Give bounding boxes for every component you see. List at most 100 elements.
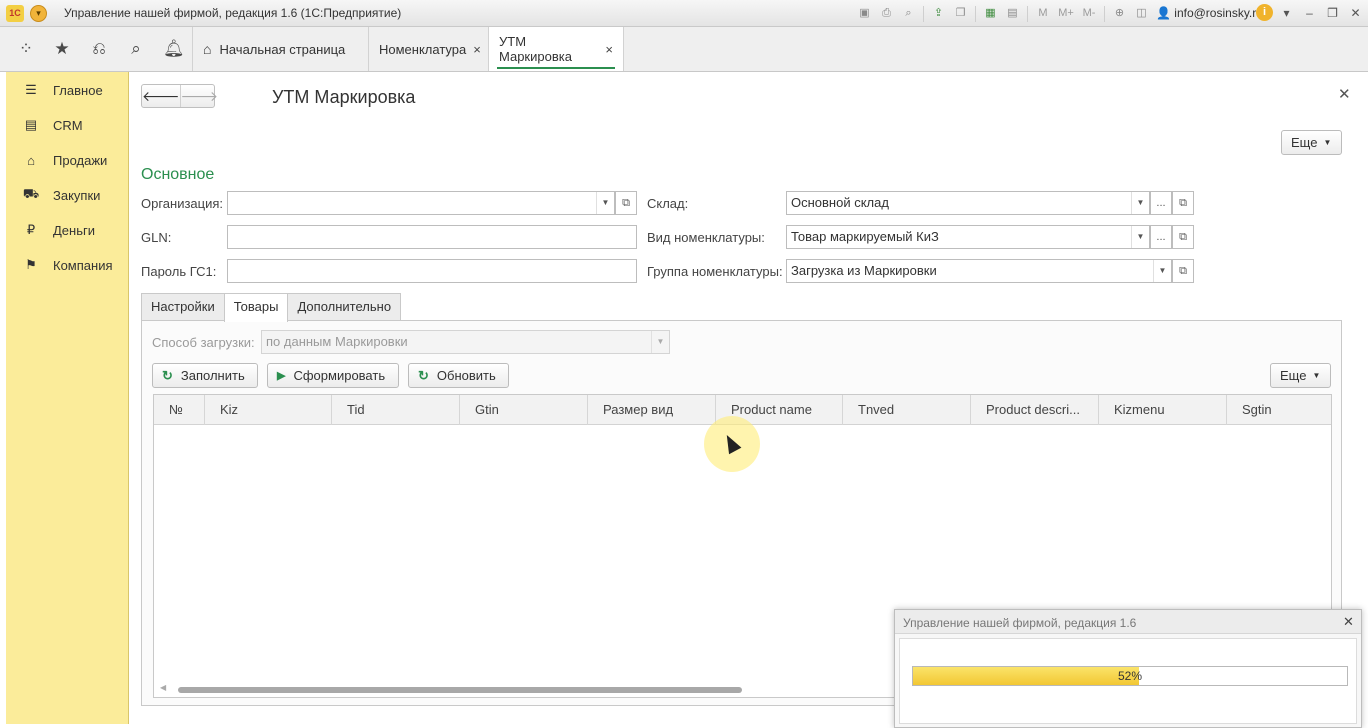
- dropdown-icon[interactable]: ▾: [1277, 4, 1296, 23]
- zoom-icon[interactable]: ⊕: [1110, 4, 1129, 23]
- column-header-tid[interactable]: Tid: [332, 395, 460, 425]
- warehouse-field[interactable]: Основной склад ▼: [786, 191, 1150, 215]
- sidebar-item-crm[interactable]: ▤ CRM: [6, 113, 128, 137]
- search-icon[interactable]: ⌕: [126, 39, 146, 59]
- history-icon[interactable]: ⎌: [89, 39, 109, 59]
- favorites-star-icon[interactable]: ★: [52, 39, 72, 59]
- open-icon[interactable]: ⧉: [1172, 225, 1194, 249]
- open-icon[interactable]: ⧉: [1172, 259, 1194, 283]
- maximize-icon[interactable]: ❐: [1323, 4, 1342, 23]
- notifications-bell-icon[interactable]: 🔔︎: [163, 39, 185, 59]
- upload-icon[interactable]: ⇪: [929, 4, 948, 23]
- group-label: Группа номенклатуры:: [647, 264, 783, 279]
- memory-button[interactable]: M: [1033, 4, 1053, 23]
- dialog-title: Управление нашей фирмой, редакция 1.6: [903, 616, 1137, 630]
- load-method-select: по данным Маркировки ▼: [261, 330, 670, 354]
- print-icon[interactable]: ⎙: [877, 4, 896, 23]
- contact-card-icon: ▤: [24, 117, 38, 132]
- column-header-product-description[interactable]: Product descri...: [971, 395, 1099, 425]
- sidebar-item-purchases[interactable]: ⛟ Закупки: [6, 183, 128, 207]
- user-name[interactable]: 👤 info@rosinsky.ru: [1156, 6, 1263, 20]
- column-header-number[interactable]: №: [154, 395, 205, 425]
- column-header-tnved[interactable]: Tnved: [843, 395, 971, 425]
- table-more-button[interactable]: Еще ▼: [1270, 363, 1331, 388]
- load-method-label: Способ загрузки:: [152, 335, 255, 350]
- separator: [1104, 5, 1105, 22]
- close-icon[interactable]: ✕: [1338, 85, 1351, 103]
- refresh-label: Обновить: [436, 368, 496, 383]
- open-icon[interactable]: ⧉: [1172, 191, 1194, 215]
- panels-icon[interactable]: ◫: [1132, 4, 1151, 23]
- sidebar-item-main[interactable]: ☰ Главное: [6, 78, 128, 102]
- separator: [1027, 5, 1028, 22]
- column-header-size-kind[interactable]: Размер вид: [588, 395, 716, 425]
- column-header-kizmenu[interactable]: Kizmenu: [1099, 395, 1227, 425]
- chevron-down-icon: ▼: [651, 331, 669, 353]
- sidebar-item-company[interactable]: ⚑ Компания: [6, 253, 128, 277]
- more-button[interactable]: Еще ▼: [1281, 130, 1342, 155]
- back-arrow-icon[interactable]: 🡐: [142, 85, 181, 107]
- tab-utm-marking[interactable]: УТМ Маркировка ×: [488, 27, 624, 71]
- select-ellipsis-icon[interactable]: ...: [1150, 225, 1172, 249]
- preview-icon[interactable]: ⌕: [899, 4, 918, 23]
- sidebar-item-label: Деньги: [53, 222, 95, 238]
- close-icon[interactable]: ×: [605, 42, 613, 57]
- chevron-down-icon[interactable]: ▼: [1131, 226, 1149, 248]
- column-header-sgtin[interactable]: Sgtin: [1227, 395, 1331, 425]
- memory-plus-button[interactable]: M+: [1056, 4, 1076, 23]
- nav-buttons: 🡐 🡒: [141, 84, 218, 108]
- chevron-down-icon[interactable]: ▼: [1131, 192, 1149, 214]
- tab-settings[interactable]: Настройки: [141, 293, 225, 321]
- app-logo: 1С: [6, 5, 24, 22]
- info-icon[interactable]: i: [1256, 4, 1273, 21]
- tab-goods[interactable]: Товары: [223, 293, 289, 322]
- calendar-icon[interactable]: ▤: [1003, 4, 1022, 23]
- dialog-body: 52%: [899, 638, 1357, 724]
- scrollbar-thumb[interactable]: [178, 687, 742, 693]
- flag-icon: ⚑: [25, 257, 37, 272]
- more-label: Еще: [1291, 135, 1318, 150]
- generate-label: Сформировать: [293, 368, 386, 383]
- chevron-down-icon[interactable]: ▼: [596, 192, 614, 214]
- group-field[interactable]: Загрузка из Маркировки ▼: [786, 259, 1172, 283]
- tab-home[interactable]: ⌂ Начальная страница: [192, 27, 368, 71]
- sidebar-item-sales[interactable]: ⌂ Продажи: [6, 148, 128, 172]
- select-ellipsis-icon[interactable]: ...: [1150, 191, 1172, 215]
- title-bar: 1С ▾ Управление нашей фирмой, редакция 1…: [0, 0, 1368, 27]
- apps-grid-icon[interactable]: ⁘: [16, 39, 36, 59]
- calculator-icon[interactable]: ▦: [981, 4, 1000, 23]
- refresh-button[interactable]: ↻ Обновить: [408, 363, 509, 388]
- close-icon[interactable]: ✕: [1343, 614, 1354, 630]
- kind-field[interactable]: Товар маркируемый КиЗ ▼: [786, 225, 1150, 249]
- tab-nomenclature[interactable]: Номенклатура ×: [368, 27, 488, 71]
- open-icon[interactable]: ⧉: [615, 191, 637, 215]
- tab-additional[interactable]: Дополнительно: [287, 293, 402, 321]
- chevron-down-icon[interactable]: ▼: [1153, 260, 1171, 282]
- sidebar-item-money[interactable]: ₽ Деньги: [6, 218, 128, 242]
- separator: [923, 5, 924, 22]
- kind-label: Вид номенклатуры:: [647, 230, 765, 245]
- page-title: УТМ Маркировка: [272, 87, 416, 107]
- close-icon[interactable]: ×: [473, 42, 481, 57]
- save-icon[interactable]: ▣: [855, 4, 874, 23]
- generate-button[interactable]: ▶ Сформировать: [267, 363, 399, 388]
- gln-field[interactable]: [227, 225, 637, 249]
- organization-field[interactable]: ▼: [227, 191, 615, 215]
- gln-label: GLN:: [141, 230, 172, 245]
- scroll-left-icon[interactable]: ◀: [160, 683, 166, 692]
- column-header-gtin[interactable]: Gtin: [460, 395, 588, 425]
- kind-value: Товар маркируемый КиЗ: [791, 229, 939, 244]
- copy-icon[interactable]: ❐: [951, 4, 970, 23]
- fill-button[interactable]: ↻ Заполнить: [152, 363, 258, 388]
- forward-arrow-icon[interactable]: 🡒: [181, 85, 219, 107]
- close-icon[interactable]: ✕: [1346, 4, 1365, 23]
- main-menu-icon[interactable]: ▾: [30, 5, 47, 22]
- warehouse-label: Склад:: [647, 196, 689, 211]
- home-icon: ⌂: [203, 41, 212, 57]
- memory-minus-button[interactable]: M-: [1079, 4, 1099, 23]
- password-field[interactable]: [227, 259, 637, 283]
- minimize-icon[interactable]: –: [1300, 4, 1319, 23]
- organization-label: Организация:: [141, 196, 224, 211]
- password-label: Пароль ГС1:: [141, 264, 217, 279]
- column-header-kiz[interactable]: Kiz: [205, 395, 332, 425]
